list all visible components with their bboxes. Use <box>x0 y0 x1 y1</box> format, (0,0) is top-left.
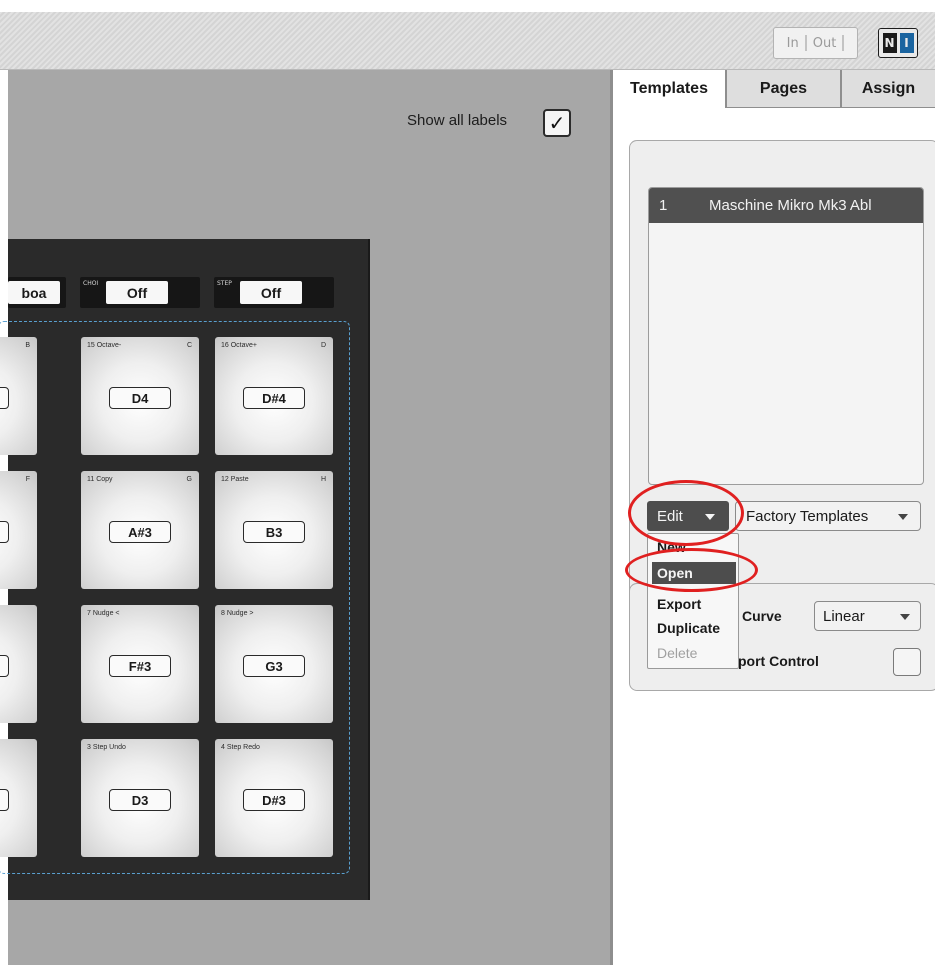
pad-label: 3 Step Undo <box>87 744 126 751</box>
tab-assign[interactable]: Assign <box>841 70 935 108</box>
top-button-step[interactable]: STEP Off <box>214 277 334 308</box>
tab-templates[interactable]: Templates <box>613 70 726 108</box>
template-list[interactable]: 1 Maschine Mikro Mk3 Abl <box>648 187 924 485</box>
logo-i: I <box>899 33 914 53</box>
separator <box>804 35 807 51</box>
menu-item-duplicate[interactable]: Duplicate <box>648 617 740 639</box>
app-window: In Out N I Show all labels ✓ boa CHOI Of… <box>0 0 935 965</box>
pad-note: 3 <box>0 521 9 543</box>
ni-logo-icon[interactable]: N I <box>878 28 918 58</box>
pad[interactable]: 8 Nudge > G3 <box>215 605 333 723</box>
pad[interactable]: 3 Step Undo D3 <box>81 739 199 857</box>
show-all-labels-label: Show all labels <box>407 112 508 129</box>
pad-label: 4 Step Redo <box>221 744 260 751</box>
in-out-indicator[interactable]: In Out <box>773 27 858 59</box>
pad[interactable]: 0% 3 <box>0 605 37 723</box>
pad-label: 12 Paste <box>221 476 249 483</box>
pad-label: 15 Octave- <box>87 342 122 349</box>
pad[interactable]: 3 <box>0 739 37 857</box>
template-row-selected[interactable]: 1 Maschine Mikro Mk3 Abl <box>649 188 923 223</box>
template-index: 1 <box>659 197 668 214</box>
pad-letter: B <box>25 342 30 349</box>
top-button-tag: CHOI <box>83 280 99 287</box>
curve-label: Curve <box>742 608 782 624</box>
top-button-value: boa <box>8 281 60 304</box>
pad-letter: C <box>186 342 192 349</box>
top-button-value: Off <box>240 281 302 304</box>
pad-note: B3 <box>243 521 305 543</box>
pad-note: 3 <box>0 789 9 811</box>
pad-label: 7 Nudge < <box>87 610 120 617</box>
annotation-ring-edit <box>628 480 744 546</box>
top-button-chord[interactable]: CHOI Off <box>80 277 200 308</box>
pad[interactable]: o F 3 <box>0 471 37 589</box>
pad-note: F#3 <box>109 655 171 677</box>
pad[interactable]: 12 Paste H B3 <box>215 471 333 589</box>
transport-control-label: port Control <box>738 653 819 669</box>
pad-label: 16 Octave+ <box>221 342 257 349</box>
controller-graphic: boa CHOI Off STEP Off e+ B #4 15 Octave-… <box>0 239 370 900</box>
top-button-tag: STEP <box>217 280 232 287</box>
pad[interactable]: 11 Copy G A#3 <box>81 471 199 589</box>
pad-note: A#3 <box>109 521 171 543</box>
pad-note: #4 <box>0 387 9 409</box>
pad-note: D#3 <box>243 789 305 811</box>
top-button-keyboard[interactable]: boa <box>8 277 66 308</box>
annotation-ring-open <box>625 548 758 592</box>
curve-value: Linear <box>823 607 865 625</box>
pad[interactable]: 4 Step Redo D#3 <box>215 739 333 857</box>
pad-note: D#4 <box>243 387 305 409</box>
curve-select[interactable]: Linear <box>814 601 921 631</box>
pad-note: D3 <box>109 789 171 811</box>
top-button-value: Off <box>106 281 168 304</box>
show-all-labels-checkbox[interactable]: ✓ <box>543 109 571 137</box>
chevron-down-icon <box>900 614 910 620</box>
in-label: In <box>786 35 799 51</box>
pad-letter: G <box>186 476 192 483</box>
pad-letter: D <box>320 342 326 349</box>
top-toolbar: In Out N I <box>0 12 935 70</box>
separator <box>842 35 845 51</box>
pad[interactable]: e+ B #4 <box>0 337 37 455</box>
template-name: Maschine Mikro Mk3 Abl <box>709 197 872 214</box>
tab-pages[interactable]: Pages <box>726 70 841 108</box>
pad-note: G3 <box>243 655 305 677</box>
out-label: Out <box>812 35 837 51</box>
factory-templates-select[interactable]: Factory Templates <box>735 501 921 531</box>
pad-note: 3 <box>0 655 9 677</box>
pad[interactable]: 7 Nudge < F#3 <box>81 605 199 723</box>
chevron-down-icon <box>898 514 908 520</box>
factory-templates-label: Factory Templates <box>746 507 869 525</box>
logo-n: N <box>882 33 897 53</box>
pad-note: D4 <box>109 387 171 409</box>
pad[interactable]: 15 Octave- C D4 <box>81 337 199 455</box>
pad-label: 8 Nudge > <box>221 610 254 617</box>
pad-letter: F <box>25 476 30 483</box>
pad-label: 11 Copy <box>87 476 113 483</box>
pad-letter: H <box>320 476 326 483</box>
transport-control-checkbox[interactable] <box>893 648 921 676</box>
pad[interactable]: 16 Octave+ D D#4 <box>215 337 333 455</box>
menu-item-export[interactable]: Export <box>648 593 740 615</box>
menu-item-delete: Delete <box>657 645 698 661</box>
checkmark-icon: ✓ <box>548 111 566 135</box>
